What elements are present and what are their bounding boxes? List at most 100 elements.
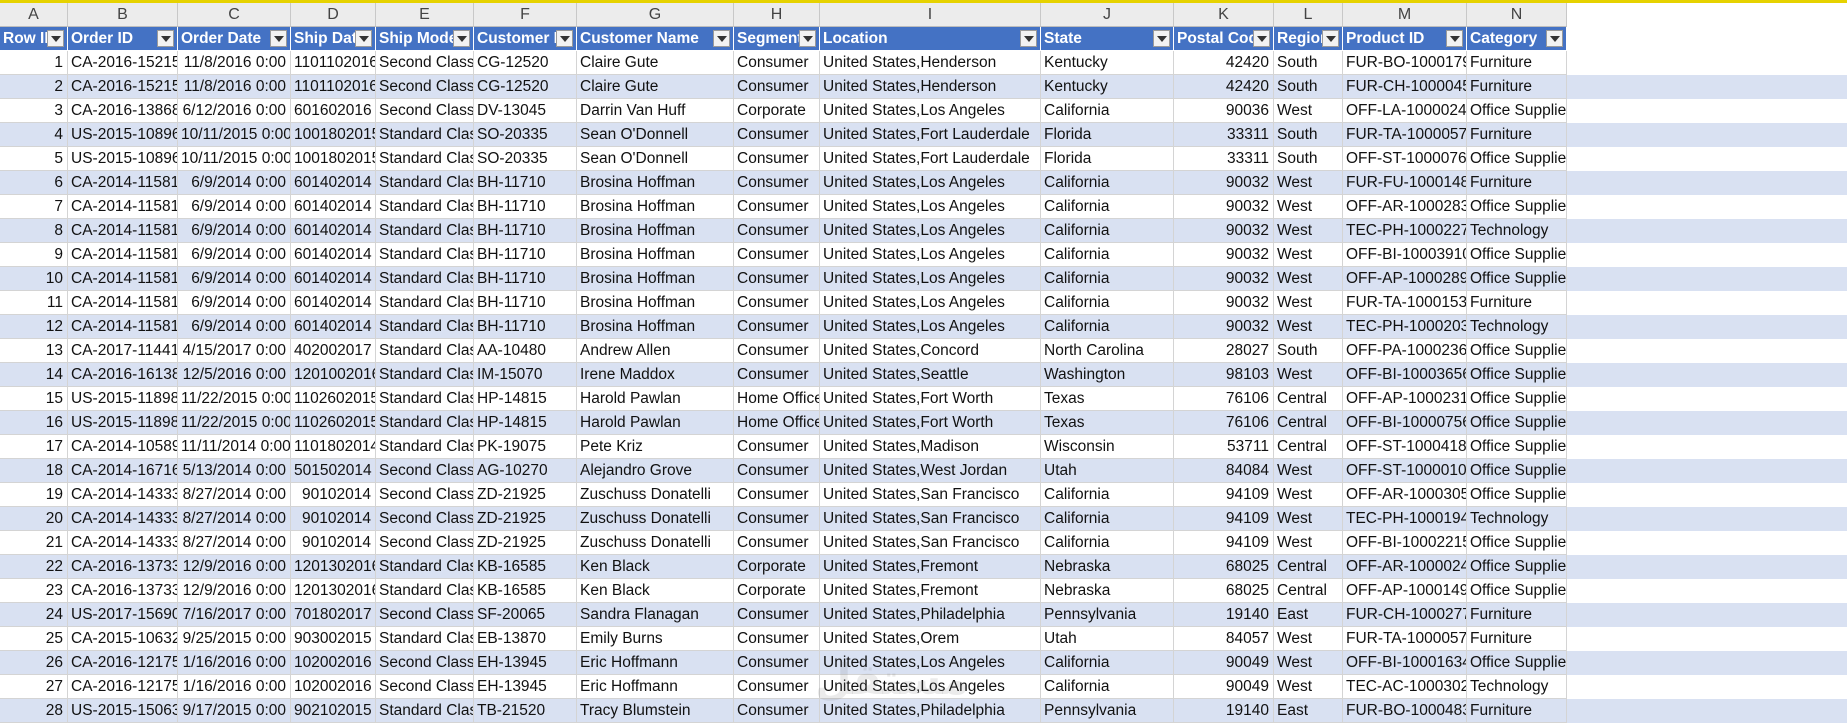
cell-location[interactable]: United States,Los Angeles — [820, 171, 1041, 195]
cell-segment[interactable]: Consumer — [734, 243, 820, 267]
cell-ship-mode[interactable]: Second Class — [376, 99, 474, 123]
cell-category[interactable]: Office Supplies — [1467, 339, 1567, 363]
cell-customer-name[interactable]: Eric Hoffmann — [577, 675, 734, 699]
cell-postal-code[interactable]: 90036 — [1174, 99, 1274, 123]
cell-order-id[interactable]: CA-2014-115812 — [68, 171, 178, 195]
cell-product-id[interactable]: TEC-PH-10002275 — [1343, 219, 1467, 243]
cell-location[interactable]: United States,Los Angeles — [820, 195, 1041, 219]
cell-state[interactable]: California — [1041, 243, 1174, 267]
filter-dropdown-icon[interactable] — [713, 30, 730, 47]
cell-postal-code[interactable]: 33311 — [1174, 123, 1274, 147]
cell-segment[interactable]: Consumer — [734, 675, 820, 699]
cell-location[interactable]: United States,Los Angeles — [820, 675, 1041, 699]
cell-region[interactable]: South — [1274, 147, 1343, 171]
cell-segment[interactable]: Corporate — [734, 579, 820, 603]
cell-segment[interactable]: Consumer — [734, 363, 820, 387]
cell-ship-mode[interactable]: Standard Class — [376, 363, 474, 387]
cell-order-id[interactable]: CA-2016-161389 — [68, 363, 178, 387]
cell-segment[interactable]: Consumer — [734, 195, 820, 219]
header-category[interactable]: Category — [1467, 27, 1567, 51]
cell-customer-id[interactable]: KB-16585 — [474, 555, 577, 579]
cell-customer-name[interactable]: Harold Pawlan — [577, 411, 734, 435]
cell-customer-id[interactable]: SO-20335 — [474, 147, 577, 171]
cell-customer-id[interactable]: BH-11710 — [474, 195, 577, 219]
cell-postal-code[interactable]: 94109 — [1174, 531, 1274, 555]
cell-region[interactable]: West — [1274, 507, 1343, 531]
cell-category[interactable]: Office Supplies — [1467, 531, 1567, 555]
cell-location[interactable]: United States,Fort Worth — [820, 387, 1041, 411]
cell-ship-date[interactable]: 601402014 — [291, 195, 376, 219]
cell-region[interactable]: West — [1274, 651, 1343, 675]
cell-row-id[interactable]: 23 — [0, 579, 68, 603]
cell-customer-name[interactable]: Brosina Hoffman — [577, 219, 734, 243]
cell-customer-name[interactable]: Claire Gute — [577, 51, 734, 75]
cell-category[interactable]: Furniture — [1467, 75, 1567, 99]
cell-postal-code[interactable]: 19140 — [1174, 603, 1274, 627]
cell-ship-date[interactable]: 1001802015 — [291, 147, 376, 171]
cell-postal-code[interactable]: 90032 — [1174, 219, 1274, 243]
cell-location[interactable]: United States,Henderson — [820, 51, 1041, 75]
cell-postal-code[interactable]: 19140 — [1174, 699, 1274, 723]
cell-customer-name[interactable]: Alejandro Grove — [577, 459, 734, 483]
cell-order-id[interactable]: CA-2014-115812 — [68, 195, 178, 219]
cell-order-date[interactable]: 8/27/2014 0:00 — [178, 483, 291, 507]
filter-dropdown-icon[interactable] — [157, 30, 174, 47]
cell-order-date[interactable]: 6/9/2014 0:00 — [178, 195, 291, 219]
cell-category[interactable]: Office Supplies — [1467, 459, 1567, 483]
cell-segment[interactable]: Consumer — [734, 75, 820, 99]
cell-region[interactable]: West — [1274, 243, 1343, 267]
cell-postal-code[interactable]: 68025 — [1174, 579, 1274, 603]
cell-customer-name[interactable]: Sandra Flanagan — [577, 603, 734, 627]
cell-ship-mode[interactable]: Second Class — [376, 603, 474, 627]
cell-region[interactable]: Central — [1274, 579, 1343, 603]
cell-product-id[interactable]: OFF-AP-10001492 — [1343, 579, 1467, 603]
cell-product-id[interactable]: FUR-FU-10001487 — [1343, 171, 1467, 195]
cell-category[interactable]: Furniture — [1467, 627, 1567, 651]
cell-product-id[interactable]: OFF-BI-10001634 — [1343, 651, 1467, 675]
cell-segment[interactable]: Consumer — [734, 171, 820, 195]
cell-customer-name[interactable]: Ken Black — [577, 579, 734, 603]
cell-row-id[interactable]: 10 — [0, 267, 68, 291]
filter-dropdown-icon[interactable] — [556, 30, 573, 47]
column-letter-h[interactable]: H — [734, 3, 820, 27]
cell-customer-name[interactable]: Zuschuss Donatelli — [577, 507, 734, 531]
cell-customer-name[interactable]: Darrin Van Huff — [577, 99, 734, 123]
cell-order-id[interactable]: US-2015-108966 — [68, 123, 178, 147]
cell-ship-date[interactable]: 701802017 — [291, 603, 376, 627]
cell-category[interactable]: Office Supplies — [1467, 555, 1567, 579]
cell-category[interactable]: Office Supplies — [1467, 411, 1567, 435]
cell-order-date[interactable]: 12/9/2016 0:00 — [178, 579, 291, 603]
cell-customer-name[interactable]: Sean O'Donnell — [577, 147, 734, 171]
cell-region[interactable]: East — [1274, 603, 1343, 627]
cell-order-id[interactable]: CA-2014-143336 — [68, 483, 178, 507]
cell-postal-code[interactable]: 90032 — [1174, 243, 1274, 267]
cell-row-id[interactable]: 27 — [0, 675, 68, 699]
cell-region[interactable]: West — [1274, 315, 1343, 339]
cell-ship-date[interactable]: 1102602015 — [291, 411, 376, 435]
cell-ship-date[interactable]: 1102602015 — [291, 387, 376, 411]
cell-ship-mode[interactable]: Standard Class — [376, 219, 474, 243]
cell-order-id[interactable]: CA-2014-143336 — [68, 507, 178, 531]
cell-row-id[interactable]: 5 — [0, 147, 68, 171]
cell-segment[interactable]: Consumer — [734, 291, 820, 315]
filter-dropdown-icon[interactable] — [453, 30, 470, 47]
cell-order-date[interactable]: 6/9/2014 0:00 — [178, 267, 291, 291]
cell-ship-date[interactable]: 90102014 — [291, 507, 376, 531]
cell-order-date[interactable]: 6/9/2014 0:00 — [178, 315, 291, 339]
column-letter-m[interactable]: M — [1343, 3, 1467, 27]
cell-postal-code[interactable]: 76106 — [1174, 387, 1274, 411]
cell-category[interactable]: Office Supplies — [1467, 651, 1567, 675]
cell-postal-code[interactable]: 94109 — [1174, 507, 1274, 531]
cell-ship-date[interactable]: 1201302016 — [291, 555, 376, 579]
cell-order-id[interactable]: US-2015-108966 — [68, 147, 178, 171]
cell-location[interactable]: United States,Los Angeles — [820, 651, 1041, 675]
cell-customer-id[interactable]: AA-10480 — [474, 339, 577, 363]
cell-postal-code[interactable]: 90032 — [1174, 171, 1274, 195]
header-order-id[interactable]: Order ID — [68, 27, 178, 51]
header-location[interactable]: Location — [820, 27, 1041, 51]
cell-order-date[interactable]: 8/27/2014 0:00 — [178, 531, 291, 555]
cell-row-id[interactable]: 8 — [0, 219, 68, 243]
cell-state[interactable]: Kentucky — [1041, 51, 1174, 75]
cell-ship-mode[interactable]: Standard Class — [376, 411, 474, 435]
cell-category[interactable]: Furniture — [1467, 51, 1567, 75]
